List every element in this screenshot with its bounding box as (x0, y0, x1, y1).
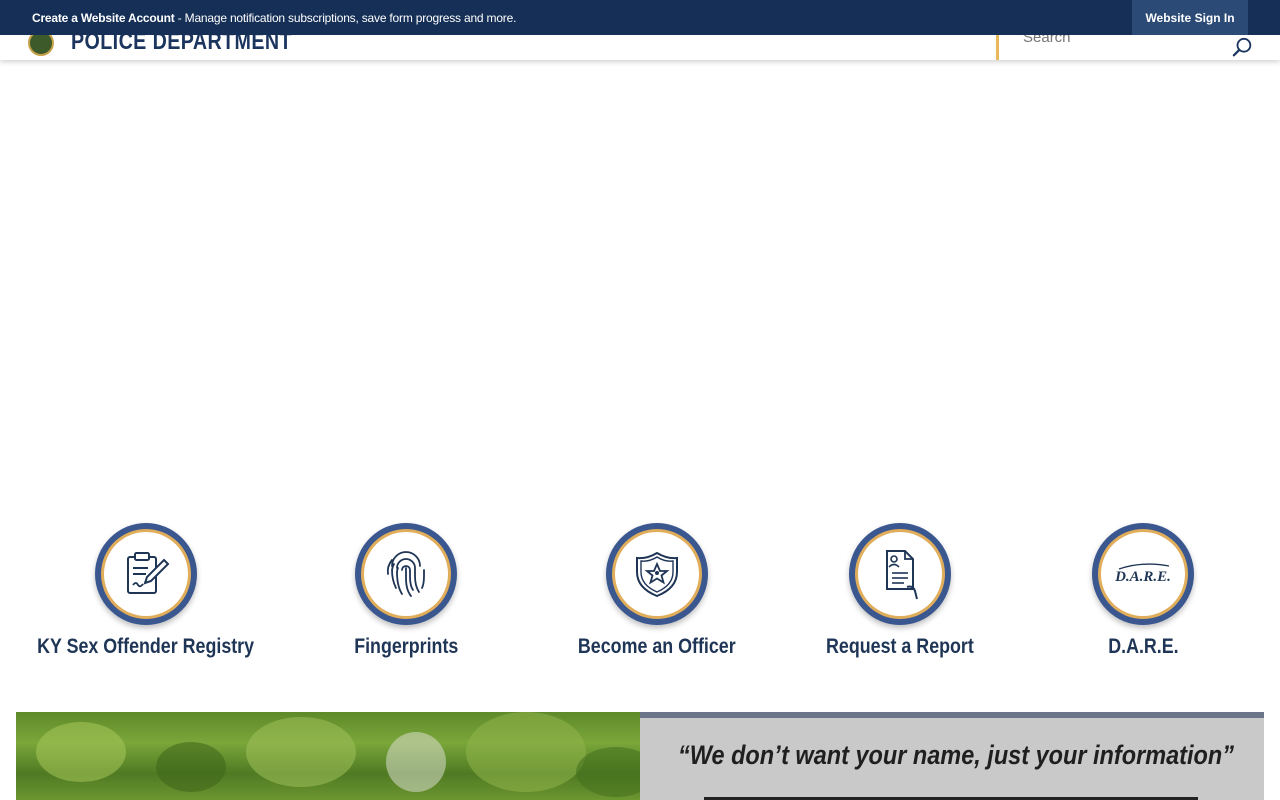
quick-link-ring (355, 523, 457, 625)
quick-link-become-an-officer[interactable]: Become an Officer (577, 523, 737, 659)
search-icon[interactable] (1232, 37, 1254, 59)
website-sign-in-button[interactable]: Website Sign In (1132, 0, 1248, 35)
quick-link-dare[interactable]: D.A.R.E. D.A.R.E. (1092, 523, 1194, 659)
fingerprint-icon (386, 551, 425, 597)
dare-logo: D.A.R.E. (1114, 563, 1171, 585)
quick-link-label: D.A.R.E. (1107, 635, 1179, 658)
tip-quote: “We don’t want your name, just your info… (678, 740, 1234, 770)
quick-link-ring (95, 523, 197, 625)
featured-photo (16, 712, 640, 800)
document-hand-icon (886, 550, 918, 600)
clipboard-pen-icon (127, 552, 170, 594)
anonymous-tip-banner[interactable]: “We don’t want your name, just your info… (640, 712, 1264, 800)
notification-message: Create a Website Account - Manage notifi… (32, 11, 516, 25)
quick-link-request-a-report[interactable]: Request a Report (825, 523, 975, 659)
search-area (996, 23, 1280, 60)
quick-link-label: Become an Officer (578, 635, 736, 658)
quick-links: KY Sex Offender Registry Fingerprints Be… (0, 523, 1280, 673)
shield-star-icon (636, 551, 678, 598)
quick-link-ring: D.A.R.E. (1092, 523, 1194, 625)
svg-text:D.A.R.E.: D.A.R.E. (1114, 569, 1171, 585)
create-account-link[interactable]: Create a Website Account (32, 11, 175, 25)
notification-text: - Manage notification subscriptions, sav… (174, 10, 517, 25)
quick-link-ring (606, 523, 708, 625)
quick-link-label: Request a Report (826, 635, 974, 658)
notification-bar: Create a Website Account - Manage notifi… (0, 0, 1280, 35)
quick-link-label: Fingerprints (353, 635, 459, 658)
quick-link-fingerprints[interactable]: Fingerprints (346, 523, 466, 659)
quick-link-label: KY Sex Offender Registry (37, 635, 255, 658)
quick-link-ring (849, 523, 951, 625)
quick-link-sex-offender-registry[interactable]: KY Sex Offender Registry (38, 523, 254, 659)
